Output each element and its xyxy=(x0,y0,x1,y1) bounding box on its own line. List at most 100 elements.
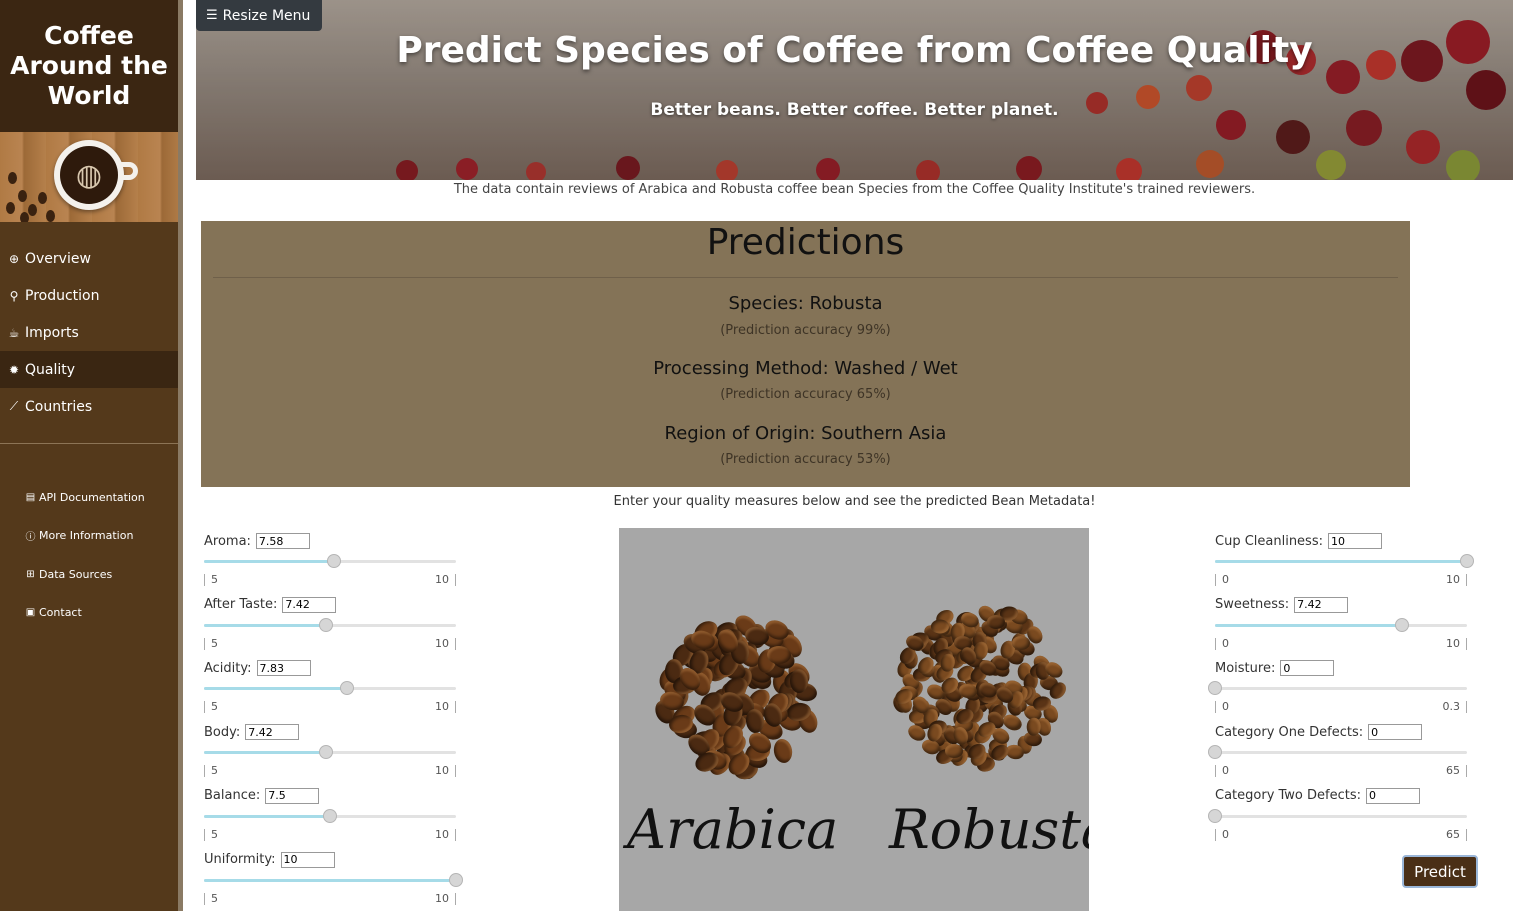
slider-min: 0 xyxy=(1215,701,1229,714)
slider-value-input[interactable] xyxy=(245,724,300,741)
slider-handle[interactable] xyxy=(1208,745,1222,760)
table-icon: ⊞ xyxy=(26,568,35,580)
slider-label-row: Balance: xyxy=(204,787,320,805)
slider-value-input[interactable] xyxy=(1280,660,1335,677)
slider-handle[interactable] xyxy=(327,554,342,568)
region-prediction: Region of Origin: Southern Asia xyxy=(664,423,947,444)
slider-track[interactable] xyxy=(1208,681,1467,696)
nav-divider xyxy=(0,443,178,444)
slider-min: 5 xyxy=(204,765,218,778)
coffee-cup-logo-image: ◍ xyxy=(0,132,178,222)
slider-max: 10 xyxy=(435,892,456,905)
resize-menu-label: Resize Menu xyxy=(222,7,311,24)
instructions-text: Enter your quality measures below and se… xyxy=(613,494,1096,509)
slider-handle[interactable] xyxy=(323,808,337,823)
link-data-sources[interactable]: ⊞ Data Sources xyxy=(0,555,178,594)
resize-menu-button[interactable]: ☰ Resize Menu xyxy=(196,0,322,31)
slider-after-taste: After Taste: 5 10 xyxy=(204,596,466,660)
slider-fill xyxy=(204,878,456,882)
slider-max: 10 xyxy=(435,701,456,714)
slider-track[interactable] xyxy=(204,554,456,568)
slider-min: 5 xyxy=(204,892,218,905)
slider-value-input[interactable] xyxy=(265,787,320,804)
slider-value-input[interactable] xyxy=(1368,724,1423,741)
slider-label-row: Aroma: xyxy=(204,532,310,550)
slider-label-row: Category One Defects: xyxy=(1215,723,1423,741)
slider-track[interactable] xyxy=(204,745,456,760)
slider-track[interactable] xyxy=(1215,617,1467,632)
link-label: API Documentation xyxy=(39,490,145,504)
mug-icon: ☕ xyxy=(8,325,20,340)
slider-label-row: After Taste: xyxy=(204,596,337,614)
slider-label-row: Body: xyxy=(204,723,300,741)
slider-handle[interactable] xyxy=(1208,808,1222,823)
slider-aroma: Aroma: 5 10 xyxy=(204,532,466,596)
nav-item-overview[interactable]: ⊕ Overview xyxy=(0,240,178,277)
slider-acidity: Acidity: 5 10 xyxy=(204,659,466,723)
nav-label: Countries xyxy=(25,398,93,415)
predictions-panel: Predictions Species: Robusta (Prediction… xyxy=(201,221,1410,487)
slider-value-input[interactable] xyxy=(255,533,310,549)
slider-track[interactable] xyxy=(1215,554,1474,568)
link-label: More Information xyxy=(39,529,134,543)
slider-handle[interactable] xyxy=(449,872,463,887)
slider-cup-cleanliness: Cup Cleanliness: 0 10 xyxy=(1215,532,1477,596)
slider-label: Body: xyxy=(204,724,241,740)
slider-handle[interactable] xyxy=(318,745,333,760)
slider-category-two-defects: Category Two Defects: 0 65 xyxy=(1208,787,1477,851)
slider-min: 5 xyxy=(204,637,218,650)
slider-track[interactable] xyxy=(1208,808,1467,823)
nav-item-quality[interactable]: ✹ Quality xyxy=(0,351,178,388)
link-contact[interactable]: ▣ Contact xyxy=(0,594,178,633)
globe-icon: ⊕ xyxy=(8,251,20,266)
slider-label: Balance: xyxy=(204,788,261,804)
nav-item-countries[interactable]: ⟋ Countries xyxy=(0,388,178,425)
predict-button[interactable]: Predict xyxy=(1402,855,1478,888)
slider-value-input[interactable] xyxy=(256,660,311,677)
slider-handle[interactable] xyxy=(339,681,354,696)
nav-label: Overview xyxy=(25,250,91,267)
arabica-bean-pile xyxy=(639,598,839,798)
slider-moisture: Moisture: 0 0.3 xyxy=(1208,659,1477,723)
slider-value-input[interactable] xyxy=(282,596,337,613)
slider-track[interactable] xyxy=(204,617,456,632)
data-caption: The data contain reviews of Arabica and … xyxy=(453,182,1256,197)
slider-min: 5 xyxy=(204,828,218,841)
link-label: Contact xyxy=(39,606,82,620)
slider-handle[interactable] xyxy=(318,617,333,632)
slider-value-input[interactable] xyxy=(1327,533,1382,549)
processing-method-accuracy: (Prediction accuracy 65%) xyxy=(720,387,891,402)
species-prediction: Species: Robusta xyxy=(728,293,883,314)
brand-title: Coffee Around the World xyxy=(0,0,178,132)
page-title: Predict Species of Coffee from Coffee Qu… xyxy=(396,30,1313,71)
slider-track[interactable] xyxy=(204,872,463,887)
info-icon: ⓘ xyxy=(25,532,36,544)
slider-max: 10 xyxy=(435,637,456,650)
slider-sweetness: Sweetness: 0 10 xyxy=(1215,596,1477,660)
hero-banner: Predict Species of Coffee from Coffee Qu… xyxy=(196,0,1513,180)
slider-track[interactable] xyxy=(204,681,456,696)
slider-value-input[interactable] xyxy=(1294,596,1349,613)
slider-fill xyxy=(1215,623,1402,627)
slider-handle[interactable] xyxy=(1208,681,1222,696)
secondary-nav: ▤ API Documentation ⓘ More Information ⊞ Da… xyxy=(0,478,178,632)
slider-value-input[interactable] xyxy=(1366,787,1421,804)
slider-fill xyxy=(204,687,347,691)
slider-label: Category Two Defects: xyxy=(1215,788,1362,804)
slider-min: 5 xyxy=(204,701,218,714)
link-api-documentation[interactable]: ▤ API Documentation xyxy=(0,478,178,517)
slider-value-input[interactable] xyxy=(280,851,335,868)
slider-min: 0 xyxy=(1215,574,1229,586)
nav-item-imports[interactable]: ☕ Imports xyxy=(0,314,178,351)
nav-item-production[interactable]: ⚲ Production xyxy=(0,277,178,314)
id-card-icon: ▣ xyxy=(25,607,36,619)
slider-label: Cup Cleanliness: xyxy=(1215,533,1323,549)
slider-track[interactable] xyxy=(204,808,456,823)
link-more-information[interactable]: ⓘ More Information xyxy=(0,517,178,556)
slider-handle[interactable] xyxy=(1394,617,1409,632)
slider-track[interactable] xyxy=(1208,745,1467,760)
nav-label: Quality xyxy=(25,361,76,378)
slider-handle[interactable] xyxy=(1460,554,1474,568)
slider-max: 10 xyxy=(435,574,456,586)
slider-fill xyxy=(1215,560,1467,563)
